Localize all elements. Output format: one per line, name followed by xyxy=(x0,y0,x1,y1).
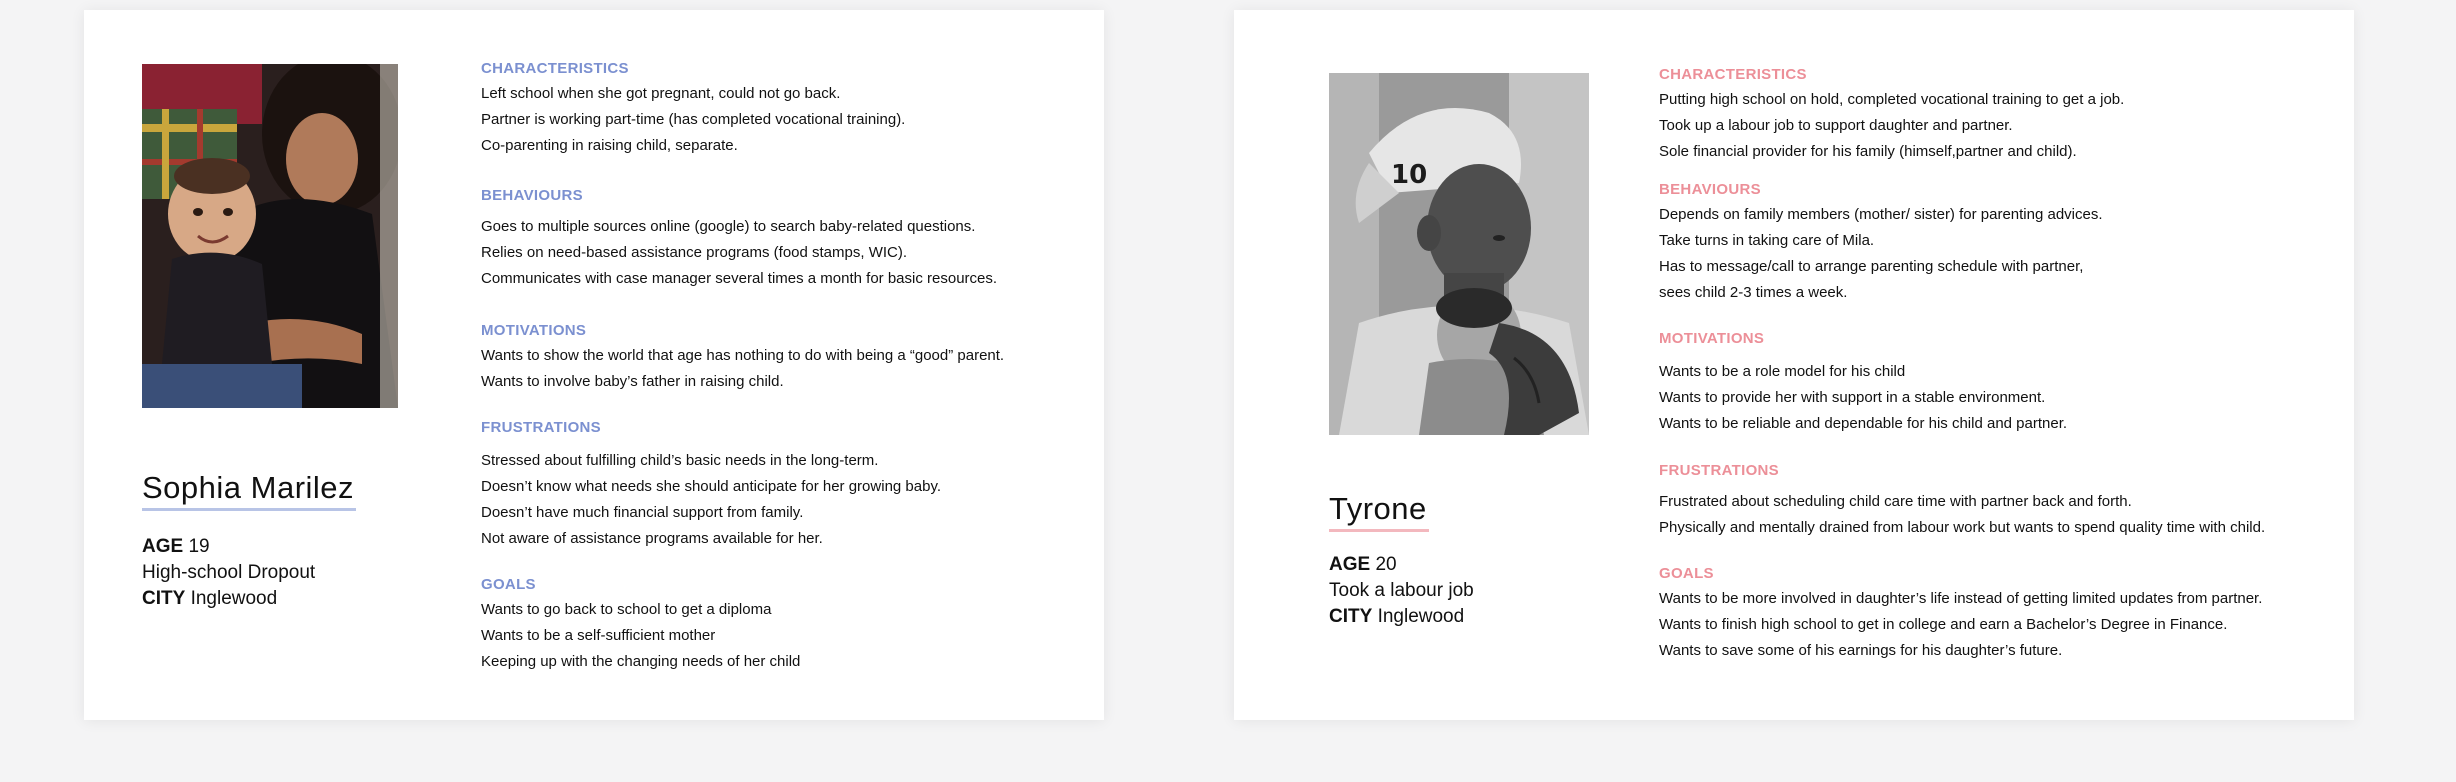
section-line: Not aware of assistance programs availab… xyxy=(481,530,823,547)
section-line: Keeping up with the changing needs of he… xyxy=(481,653,801,670)
svg-text:10: 10 xyxy=(1391,160,1427,190)
city-label: CITY xyxy=(1329,606,1373,627)
section-title: MOTIVATIONS xyxy=(1659,330,1765,347)
section-line: Physically and mentally drained from lab… xyxy=(1659,519,2266,536)
section-line: Wants to be a role model for his child xyxy=(1659,363,1906,380)
section-line: Partner is working part-time (has comple… xyxy=(481,111,906,128)
section-frustrations: FRUSTRATIONS Stressed about fulfilling c… xyxy=(481,419,941,552)
section-line: Co-parenting in raising child, separate. xyxy=(481,137,738,154)
persona-name: Tyrone xyxy=(1329,491,1429,532)
section-line: Wants to involve baby’s father in raisin… xyxy=(481,373,784,390)
section-behaviours: BEHAVIOURS Depends on family members (mo… xyxy=(1659,181,2103,306)
section-line: Wants to provide her with support in a s… xyxy=(1659,389,2046,406)
section-line: Wants to go back to school to get a dipl… xyxy=(481,601,772,618)
age-label: AGE xyxy=(1329,554,1371,575)
section-motivations: MOTIVATIONS Wants to show the world that… xyxy=(481,322,1004,395)
section-title: CHARACTERISTICS xyxy=(481,60,629,77)
section-title: GOALS xyxy=(1659,565,1714,582)
section-line: Wants to show the world that age has not… xyxy=(481,347,1005,364)
persona-demographics: AGE 20 Took a labour job CITY Inglewood xyxy=(1329,552,1474,630)
section-behaviours: BEHAVIOURS Goes to multiple sources onli… xyxy=(481,187,997,292)
persona-photo-tyrone: 10 xyxy=(1329,73,1589,435)
section-line: sees child 2-3 times a week. xyxy=(1659,284,1848,301)
section-line: Sole financial provider for his family (… xyxy=(1659,143,2077,160)
persona-card-tyrone: 10 Tyrone AGE 20 Took a labour job CITY … xyxy=(1234,10,2354,720)
section-line: Frustrated about scheduling child care t… xyxy=(1659,493,2132,510)
age-label: AGE xyxy=(142,536,184,557)
persona-demographics: AGE 19 High-school Dropout CITY Inglewoo… xyxy=(142,534,315,612)
persona-photo-sophia xyxy=(142,64,398,408)
section-goals: GOALS Wants to go back to school to get … xyxy=(481,576,800,675)
section-frustrations: FRUSTRATIONS Frustrated about scheduling… xyxy=(1659,462,2265,541)
section-line: Goes to multiple sources online (google)… xyxy=(481,218,976,235)
section-line: Doesn’t have much financial support from… xyxy=(481,504,804,521)
occupation: High-school Dropout xyxy=(142,562,316,583)
city-value: Inglewood xyxy=(1377,606,1465,627)
section-characteristics: CHARACTERISTICS Left school when she got… xyxy=(481,60,905,159)
section-line: Wants to save some of his earnings for h… xyxy=(1659,642,2063,659)
persona-board: Sophia Marilez AGE 19 High-school Dropou… xyxy=(0,0,2456,782)
section-line: Has to message/call to arrange parenting… xyxy=(1659,258,2084,275)
section-title: CHARACTERISTICS xyxy=(1659,66,1807,83)
section-line: Stressed about fulfilling child’s basic … xyxy=(481,452,879,469)
father-and-baby-photo: 10 xyxy=(1329,73,1589,435)
city-label: CITY xyxy=(142,588,186,609)
section-title: MOTIVATIONS xyxy=(481,322,587,339)
section-title: BEHAVIOURS xyxy=(1659,181,1761,198)
persona-card-sophia: Sophia Marilez AGE 19 High-school Dropou… xyxy=(84,10,1104,720)
mother-and-baby-photo xyxy=(142,64,398,408)
section-line: Depends on family members (mother/ siste… xyxy=(1659,206,2103,223)
occupation: Took a labour job xyxy=(1329,580,1474,601)
city-value: Inglewood xyxy=(190,588,278,609)
section-line: Communicates with case manager several t… xyxy=(481,270,998,287)
section-title: FRUSTRATIONS xyxy=(481,419,601,436)
section-line: Wants to be reliable and dependable for … xyxy=(1659,415,2068,432)
section-line: Took up a labour job to support daughter… xyxy=(1659,117,2013,134)
section-line: Wants to finish high school to get in co… xyxy=(1659,616,2228,633)
city-row: CITY Inglewood xyxy=(142,586,315,612)
age-value: 19 xyxy=(188,536,210,557)
section-line: Putting high school on hold, completed v… xyxy=(1659,91,2125,108)
section-line: Wants to be more involved in daughter’s … xyxy=(1659,590,2263,607)
section-characteristics: CHARACTERISTICS Putting high school on h… xyxy=(1659,66,2124,165)
section-line: Left school when she got pregnant, could… xyxy=(481,85,841,102)
section-title: BEHAVIOURS xyxy=(481,187,583,204)
persona-name: Sophia Marilez xyxy=(142,470,357,511)
section-goals: GOALS Wants to be more involved in daugh… xyxy=(1659,565,2262,664)
section-title: GOALS xyxy=(481,576,536,593)
section-line: Doesn’t know what needs she should antic… xyxy=(481,478,941,495)
age-value: 20 xyxy=(1375,554,1397,575)
section-line: Relies on need-based assistance programs… xyxy=(481,244,908,261)
city-row: CITY Inglewood xyxy=(1329,604,1474,630)
section-motivations: MOTIVATIONS Wants to be a role model for… xyxy=(1659,330,2067,437)
section-line: Take turns in taking care of Mila. xyxy=(1659,232,1875,249)
section-line: Wants to be a self-sufficient mother xyxy=(481,627,716,644)
age-row: AGE 19 xyxy=(142,534,315,560)
age-row: AGE 20 xyxy=(1329,552,1474,578)
section-title: FRUSTRATIONS xyxy=(1659,462,1779,479)
